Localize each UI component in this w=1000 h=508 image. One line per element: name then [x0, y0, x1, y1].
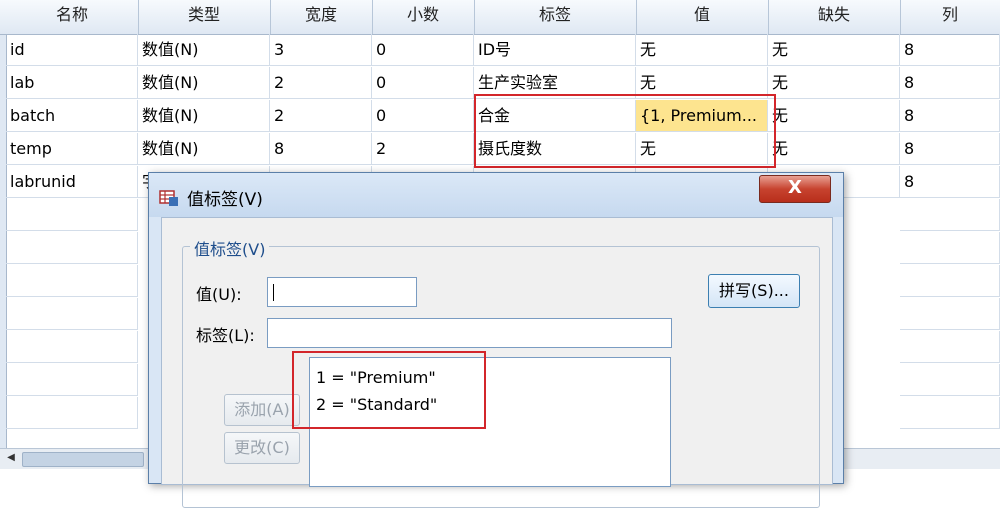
cell-columns[interactable]: 8 — [900, 133, 1000, 165]
value-labels-dialog: 值标签(V) X 值标签(V) 值(U): 拼写(S)... 标签(L): 添加… — [148, 172, 844, 508]
empty-cell[interactable] — [900, 265, 1000, 297]
cell-columns[interactable]: 8 — [900, 67, 1000, 99]
cell-name[interactable]: labrunid — [6, 166, 138, 198]
cell-missing[interactable]: 无 — [768, 67, 900, 99]
cell-missing[interactable]: 无 — [768, 34, 900, 66]
text-caret — [273, 284, 274, 301]
cell-width[interactable]: 8 — [270, 133, 372, 165]
add-button[interactable]: 添加(A) — [224, 394, 300, 426]
table-row: batch 数值(N) 2 0 合金 {1, Premium... 无 8 — [0, 100, 1000, 133]
empty-cell[interactable] — [900, 199, 1000, 231]
cell-decimals[interactable]: 0 — [372, 100, 474, 132]
cell-missing[interactable]: 无 — [768, 100, 900, 132]
empty-cell[interactable] — [900, 232, 1000, 264]
cell-name[interactable]: temp — [6, 133, 138, 165]
empty-cell[interactable] — [6, 364, 138, 396]
cell-columns[interactable]: 8 — [900, 166, 1000, 198]
table-row: lab 数值(N) 2 0 生产实验室 无 无 8 — [0, 67, 1000, 100]
cell-label[interactable]: 合金 — [474, 100, 636, 132]
change-button[interactable]: 更改(C) — [224, 432, 300, 464]
close-icon: X — [788, 177, 802, 198]
scroll-left-arrow-icon[interactable]: ◀ — [4, 451, 18, 465]
empty-cell[interactable] — [6, 199, 138, 231]
empty-cell[interactable] — [900, 364, 1000, 396]
cell-name[interactable]: id — [6, 34, 138, 66]
cell-values-selected[interactable]: {1, Premium... — [636, 100, 768, 132]
empty-cell[interactable] — [900, 397, 1000, 429]
header-missing[interactable]: 缺失 — [768, 0, 901, 34]
table-app-icon — [159, 190, 178, 206]
dialog-titlebar[interactable]: 值标签(V) X — [149, 173, 843, 217]
cell-type[interactable]: 数值(N) — [138, 100, 270, 132]
grid-header-row: 名称 类型 宽度 小数 标签 值 缺失 列 — [0, 0, 1000, 35]
empty-cell[interactable] — [900, 298, 1000, 330]
cell-decimals[interactable]: 0 — [372, 67, 474, 99]
cell-values[interactable]: 无 — [636, 133, 768, 165]
cell-columns[interactable]: 8 — [900, 34, 1000, 66]
header-columns[interactable]: 列 — [900, 0, 1000, 34]
header-name[interactable]: 名称 — [6, 0, 139, 34]
header-type[interactable]: 类型 — [138, 0, 271, 34]
label-input[interactable] — [267, 318, 672, 348]
cell-name[interactable]: lab — [6, 67, 138, 99]
cell-type[interactable]: 数值(N) — [138, 34, 270, 66]
empty-cell[interactable] — [900, 331, 1000, 363]
cell-decimals[interactable]: 2 — [372, 133, 474, 165]
value-input[interactable] — [267, 277, 417, 307]
dialog-title: 值标签(V) — [187, 190, 263, 210]
close-button[interactable]: X — [759, 175, 831, 203]
label-field-label: 标签(L): — [196, 326, 255, 345]
empty-cell[interactable] — [6, 232, 138, 264]
cell-values[interactable]: 无 — [636, 34, 768, 66]
header-width[interactable]: 宽度 — [270, 0, 373, 34]
empty-cell[interactable] — [6, 331, 138, 363]
empty-cell[interactable] — [6, 397, 138, 429]
cell-decimals[interactable]: 0 — [372, 34, 474, 66]
group-title: 值标签(V) — [190, 236, 270, 260]
list-item[interactable]: 1 = "Premium" — [316, 368, 436, 387]
table-row: temp 数值(N) 8 2 摄氏度数 无 无 8 — [0, 133, 1000, 166]
cell-width[interactable]: 3 — [270, 34, 372, 66]
empty-cell[interactable] — [6, 265, 138, 297]
cell-type[interactable]: 数值(N) — [138, 133, 270, 165]
spell-button[interactable]: 拼写(S)... — [708, 274, 800, 308]
cell-values[interactable]: 无 — [636, 67, 768, 99]
cell-width[interactable]: 2 — [270, 100, 372, 132]
header-label[interactable]: 标签 — [474, 0, 637, 34]
empty-cell[interactable] — [6, 298, 138, 330]
cell-label[interactable]: 摄氏度数 — [474, 133, 636, 165]
value-field-label: 值(U): — [196, 285, 242, 304]
cell-columns[interactable]: 8 — [900, 100, 1000, 132]
header-values[interactable]: 值 — [636, 0, 769, 34]
table-row: id 数值(N) 3 0 ID号 无 无 8 — [0, 34, 1000, 67]
cell-label[interactable]: 生产实验室 — [474, 67, 636, 99]
header-decimals[interactable]: 小数 — [372, 0, 475, 34]
scrollbar-thumb[interactable] — [22, 452, 144, 467]
cell-type[interactable]: 数值(N) — [138, 67, 270, 99]
cell-label[interactable]: ID号 — [474, 34, 636, 66]
cell-name[interactable]: batch — [6, 100, 138, 132]
cell-width[interactable]: 2 — [270, 67, 372, 99]
cell-missing[interactable]: 无 — [768, 133, 900, 165]
list-item[interactable]: 2 = "Standard" — [316, 395, 437, 414]
